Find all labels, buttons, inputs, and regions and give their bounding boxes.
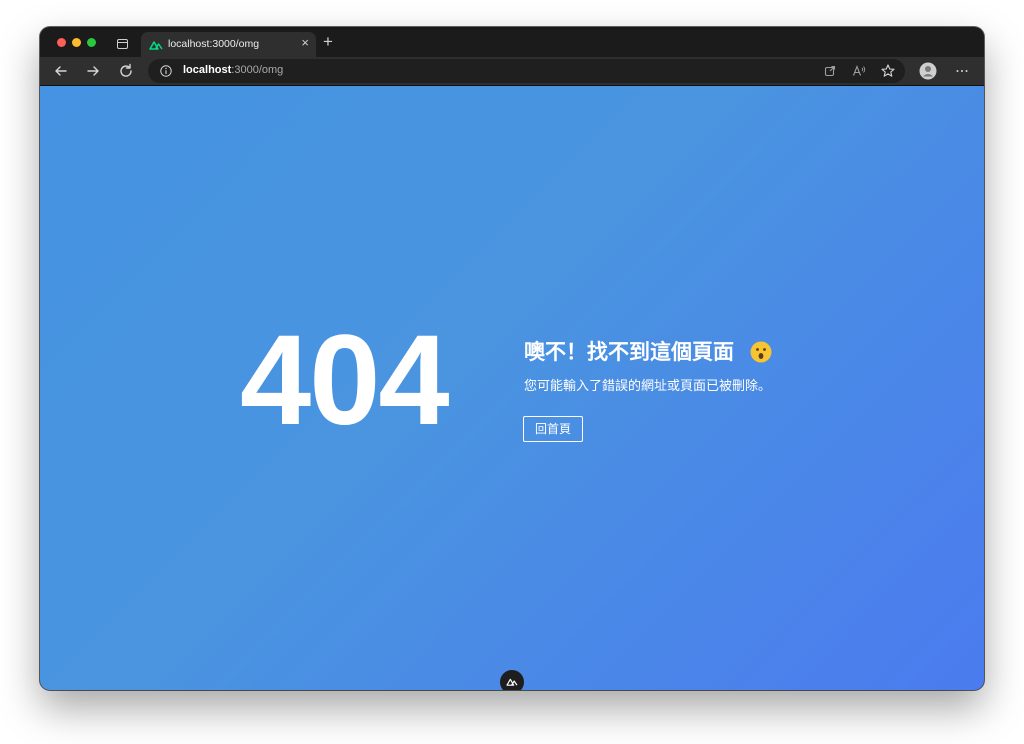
favorite-star-icon[interactable] (879, 62, 897, 80)
forward-arrow-icon[interactable] (84, 62, 102, 80)
tab-title: localhost:3000/omg (168, 38, 260, 50)
tab-strip: localhost:3000/omg × + (40, 27, 984, 57)
nuxt-devtools-button[interactable] (500, 670, 524, 690)
share-icon[interactable] (821, 62, 839, 80)
close-icon[interactable]: × (301, 36, 309, 50)
url-host: localhost (183, 64, 232, 76)
toolbar: localhost:3000/omg (40, 57, 984, 86)
tab-actions-icon[interactable] (117, 39, 128, 49)
tab-localhost[interactable]: localhost:3000/omg × (141, 32, 316, 57)
error-description: 您可能輸入了錯誤的網址或頁面已被刪除。 (524, 378, 772, 393)
page-content: 404 噢不！找不到這個頁面 您可能輸入了錯誤的網址或頁面已被刪除。 回首頁 (40, 86, 984, 690)
address-bar[interactable]: localhost:3000/omg (148, 59, 905, 83)
plus-icon[interactable]: + (323, 33, 333, 51)
home-button[interactable]: 回首頁 (523, 416, 583, 442)
more-options-icon[interactable] (953, 62, 971, 80)
url-path: :3000/omg (231, 64, 284, 76)
error-title: 噢不！找不到這個頁面 (524, 341, 734, 364)
close-window-button[interactable] (57, 38, 66, 47)
profile-avatar-icon[interactable] (919, 62, 937, 80)
maximize-window-button[interactable] (87, 38, 96, 47)
browser-window: localhost:3000/omg × + localhost:3000/om… (40, 27, 984, 690)
url-text[interactable]: localhost:3000/omg (183, 64, 283, 76)
info-icon[interactable] (160, 65, 172, 77)
surprised-face-emoji-icon (750, 341, 772, 363)
error-code: 404 (240, 309, 450, 452)
nuxt-devtools-icon (506, 678, 518, 686)
nuxt-logo-icon (149, 41, 163, 50)
minimize-window-button[interactable] (72, 38, 81, 47)
back-arrow-icon[interactable] (52, 62, 70, 80)
reload-icon[interactable] (117, 62, 135, 80)
read-aloud-icon[interactable] (850, 62, 868, 80)
